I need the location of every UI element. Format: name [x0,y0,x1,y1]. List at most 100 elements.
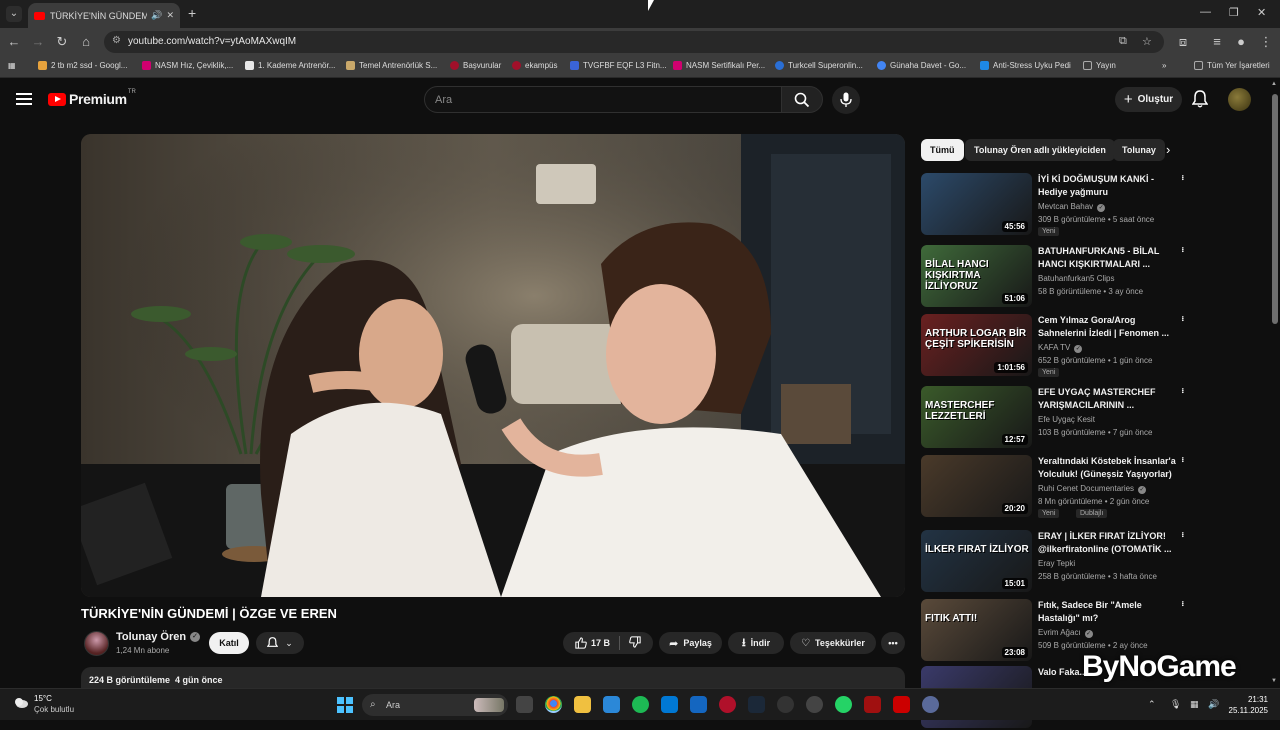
bookmark-item[interactable]: NASM Sertifikalı Per... [673,61,765,70]
file-explorer-icon[interactable] [574,696,591,713]
recommended-video-title[interactable]: Fıtık, Sadece Bir "Amele Hastalığı" mı? [1038,599,1176,625]
recommended-video-title[interactable]: BATUHANFURKAN5 - BİLAL HANCI KIŞKIRTMALA… [1038,245,1176,271]
bookmark-star-icon[interactable]: ☆ [1142,35,1152,48]
bookmark-item[interactable]: TVGFBF EQF L3 Fitn... [570,61,667,70]
recommended-video-title[interactable]: ERAY | İLKER FIRAT İZLİYOR! @ilkerfirato… [1038,530,1176,556]
bookmark-item[interactable]: ekampüs [512,61,557,70]
video-thumbnail[interactable]: MASTERCHEF LEZZETLERİ 12:57 [921,386,1032,448]
notifications-button[interactable] [1191,90,1209,113]
system-clock[interactable]: 21:31 25.11.2025 [1226,694,1268,716]
network-icon[interactable]: ▦ [1190,699,1199,710]
chip-related[interactable]: Tolunay [1113,139,1165,161]
spotify-icon[interactable] [632,696,649,713]
channel-avatar[interactable] [84,631,109,656]
recommended-video[interactable]: İLKER FIRAT İZLİYOR 15:01 ERAY | İLKER FIR… [921,530,1261,594]
recommended-channel-name[interactable]: KAFA TV ✓ [1038,343,1083,353]
recommended-video-title[interactable]: İYİ Kİ DOĞMUŞUM KANKİ - Hediye yağmuru [1038,173,1176,199]
scroll-up-icon[interactable]: ▲ [1271,81,1277,87]
apps-grid-icon[interactable]: ▦ [8,61,16,70]
new-tab-button[interactable]: + [188,5,196,21]
recommended-video[interactable]: BİLAL HANCI KIŞKIRTMA İZLİYORUZ 51:06 BATU… [921,245,1261,309]
task-view-icon[interactable] [516,696,533,713]
restore-window-button[interactable]: ❐ [1229,6,1239,19]
url-text[interactable]: youtube.com/watch?v=ytAoMAXwqIM [128,36,296,47]
dislike-button[interactable] [629,636,641,650]
riot-client-icon[interactable] [719,696,736,713]
chip-all[interactable]: Tümü [921,139,964,161]
subscription-bell-button[interactable]: ⌄ [256,632,304,654]
channel-name-link[interactable]: Tolunay Ören ✓ [116,631,201,643]
more-options-icon[interactable]: ••• [1179,388,1185,393]
recommended-channel-name[interactable]: Eray Tepki [1038,559,1075,568]
search-button[interactable] [781,86,823,113]
recommended-video[interactable]: 45:56 İYİ Kİ DOĞMUŞUM KANKİ - Hediye yağm… [921,173,1261,237]
bookmark-item[interactable]: Temel Antrenörlük S... [346,61,437,70]
more-options-icon[interactable]: ••• [1179,316,1185,321]
whatsapp-icon[interactable] [835,696,852,713]
microsoft-store-icon[interactable] [603,696,620,713]
chevron-right-icon[interactable]: › [1166,142,1170,157]
extensions-icon[interactable]: ⧈ [1175,34,1191,50]
tab-search-button[interactable]: ⌄ [6,6,22,22]
mail-icon[interactable] [690,696,707,713]
site-info-icon[interactable]: ⚙ [112,35,121,46]
video-thumbnail[interactable]: İLKER FIRAT İZLİYOR 15:01 [921,530,1032,592]
audio-playing-icon[interactable]: 🔊 [151,10,162,21]
close-tab-icon[interactable]: ✕ [166,10,174,21]
close-window-button[interactable]: ✕ [1257,6,1266,19]
recommended-channel-name[interactable]: Mevtcan Bahav ✓ [1038,202,1106,212]
more-bookmarks-icon[interactable]: » [1162,61,1166,70]
recommended-channel-name[interactable]: Ruhi Cenet Documentaries ✓ [1038,484,1147,494]
app-icon[interactable] [922,696,939,713]
install-app-icon[interactable]: ⧉ [1119,35,1127,48]
video-thumbnail[interactable]: ARTHUR LOGAR BİR ÇEŞİT SPİKERİSİN 1:01:56 [921,314,1032,376]
download-button[interactable]: ⭳ İndir [728,632,784,654]
microphone-icon[interactable]: 🎙 [1170,699,1181,710]
forward-button[interactable]: → [30,34,46,49]
chip-from-uploader[interactable]: Tolunay Ören adlı yükleyiciden [965,139,1115,161]
page-scrollbar[interactable]: ▲ ▼ [1270,78,1280,688]
bookmark-item[interactable]: NASM Hız, Çeviklik,... [142,61,233,70]
video-player[interactable] [81,134,905,597]
reload-button[interactable]: ↻ [54,34,70,50]
recommended-channel-name[interactable]: Batuhanfurkan5 Clips [1038,274,1115,283]
taskbar-search[interactable]: ⌕ Ara [362,694,508,716]
bookmark-folder[interactable]: Yayın [1083,61,1116,70]
voice-search-button[interactable] [832,86,860,114]
share-button[interactable]: ➦ Paylaş [659,632,722,654]
bookmark-item[interactable]: 1. Kademe Antrenör... [245,61,335,70]
scroll-down-icon[interactable]: ▼ [1271,678,1277,684]
cloudy-weather-icon[interactable] [13,694,29,710]
youtube-premium-logo[interactable]: Premium TR [48,89,136,107]
more-options-icon[interactable]: ••• [1179,247,1185,252]
more-options-icon[interactable]: ••• [1179,457,1185,462]
more-options-icon[interactable]: ••• [1179,175,1185,180]
recommended-video[interactable]: 20:20 Yeraltındaki Köstebek İnsanlar'a Yo… [921,455,1261,519]
recommended-video-title[interactable]: EFE UYGAÇ MASTERCHEF YARIŞMACILARININ ..… [1038,386,1176,412]
recommended-video-title[interactable]: Cem Yılmaz Gora/Arog Sahnelerini İzledi … [1038,314,1176,340]
more-options-icon[interactable]: ••• [1179,601,1185,606]
home-button[interactable]: ⌂ [78,34,94,49]
windows-start-icon[interactable] [337,697,353,713]
search-input[interactable] [425,87,781,113]
performance-monitor-icon[interactable] [777,696,794,713]
recommended-video[interactable]: MASTERCHEF LEZZETLERİ 12:57 EFE UYGAÇ MAST… [921,386,1261,450]
browser-menu-icon[interactable]: ⋮ [1258,34,1274,50]
create-button[interactable]: + Oluştur [1115,87,1182,112]
bookmark-item[interactable]: 2 tb m2 ssd - Googl... [38,61,127,70]
like-button[interactable]: 17 B [575,637,610,649]
join-button[interactable]: Katıl [209,632,249,654]
address-bar[interactable]: ⚙ youtube.com/watch?v=ytAoMAXwqIM ⧉ ☆ [104,31,1164,53]
volume-icon[interactable]: 🔊 [1208,699,1219,710]
all-bookmarks-folder[interactable]: Tüm Yer İşaretleri [1194,61,1270,70]
thanks-button[interactable]: ♡ Teşekkürler [790,632,876,654]
more-options-icon[interactable]: ••• [1179,532,1185,537]
bookmark-item[interactable]: Günaha Davet - Go... [877,61,966,70]
settings-gear-icon[interactable] [806,696,823,713]
video-thumbnail[interactable]: 20:20 [921,455,1032,517]
recommended-video-title[interactable]: Yeraltındaki Köstebek İnsanlar'a Yolculu… [1038,455,1176,481]
tray-overflow-icon[interactable]: ⌃ [1148,699,1156,710]
profile-icon[interactable]: ● [1233,34,1249,49]
game-launcher-icon[interactable] [864,696,881,713]
bookmark-item[interactable]: Turkcell Superonlin... [775,61,863,70]
